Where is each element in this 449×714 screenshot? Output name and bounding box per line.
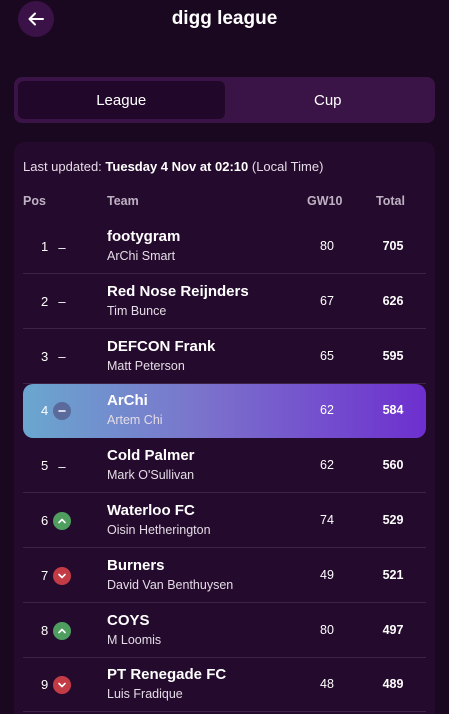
table-row[interactable]: 2– Red Nose Reijnders Tim Bunce 67 626 [23,275,426,329]
no-change-icon: – [58,239,66,255]
table-row[interactable]: 3– DEFCON Frank Matt Peterson 65 595 [23,330,426,384]
gameweek-points: 48 [320,677,334,692]
no-change-icon: – [58,294,66,310]
last-updated-suffix: (Local Time) [251,159,324,174]
gameweek-points: 62 [320,458,334,473]
tab-cup[interactable]: Cup [225,81,432,119]
table-row[interactable]: 1– footygram ArChi Smart 80 705 [23,220,426,274]
position: 6 [41,513,49,528]
total-points: 626 [382,293,404,308]
manager-name: David Van Benthuysen [107,577,234,592]
gameweek-points: 80 [320,239,334,253]
team-name: DEFCON Frank [107,337,216,355]
manager-name: ArChi Smart [107,249,176,263]
column-header-gw: GW10 [307,194,343,208]
gameweek-points: 65 [320,348,334,363]
header: digg league [0,0,449,40]
total-points: 497 [382,622,404,637]
chevron-down-icon [53,566,71,585]
last-updated-prefix: Last updated: [23,159,102,174]
total-points: 489 [382,677,404,692]
manager-name: Oisin Hetherington [107,523,211,537]
total-points: 529 [382,513,404,527]
last-updated-datetime: Tuesday 4 Nov at 02:10 [105,159,249,174]
total-points: 584 [382,403,404,418]
position: 7 [41,567,49,583]
no-change-icon: – [58,349,66,365]
total-points: 595 [382,348,404,363]
table-row[interactable]: 6 Waterloo FC Oisin Hetherington 74 529 [23,494,426,548]
total-points: 521 [382,567,404,582]
gameweek-points: 62 [320,403,334,418]
gameweek-points: 49 [320,567,334,582]
page-title: digg league [171,8,278,29]
manager-name: Matt Peterson [107,358,185,373]
position: 2 [41,293,49,309]
manager-name: Luis Fradique [107,687,183,702]
position: 4 [41,403,49,419]
total-points: 560 [382,458,404,473]
no-change-icon: – [58,458,66,474]
team-name: footygram [107,228,181,245]
team-name: Red Nose Reijnders [107,282,249,300]
position: 1 [41,239,49,254]
manager-name: Mark O'Sullivan [107,468,195,483]
team-name: Waterloo FC [107,502,195,519]
chevron-up-icon [53,512,71,530]
gameweek-points: 80 [320,622,334,637]
table-row[interactable]: 8 COYS M Loomis 80 497 [23,604,426,658]
manager-name: Artem Chi [107,413,163,428]
position: 8 [41,622,49,638]
manager-name: M Loomis [107,632,162,647]
table-row[interactable]: 7 Burners David Van Benthuysen 49 521 [23,549,426,603]
column-header-total: Total [376,194,405,208]
tab-bar: League Cup [14,77,435,123]
team-name: Cold Palmer [107,447,195,465]
table-row[interactable]: 9 PT Renegade FC Luis Fradique 48 489 [23,658,426,713]
gameweek-points: 67 [320,293,334,308]
table-row[interactable]: 5– Cold Palmer Mark O'Sullivan 62 560 [23,439,426,494]
chevron-down-icon [53,676,71,695]
manager-name: Tim Bunce [107,303,167,318]
tab-league[interactable]: League [18,81,225,119]
team-name: COYS [107,611,150,629]
chevron-up-icon [53,621,71,640]
team-name: PT Renegade FC [107,666,227,684]
no-change-icon [53,402,71,421]
total-points: 705 [382,239,404,253]
standings-panel: Last updated: Tuesday 4 Nov at 02:10 (Lo… [14,142,435,714]
position: 9 [41,677,49,693]
position: 5 [41,458,49,474]
gameweek-points: 74 [320,513,334,527]
column-header-team: Team [107,194,139,208]
column-header-pos: Pos [23,194,46,208]
last-updated: Last updated: Tuesday 4 Nov at 02:10 (Lo… [23,159,323,174]
table-row-current-user[interactable]: 4 ArChi Artem Chi 62 584 [23,384,426,439]
team-name: ArChi [107,392,148,410]
position: 3 [41,348,49,364]
team-name: Burners [107,556,165,574]
